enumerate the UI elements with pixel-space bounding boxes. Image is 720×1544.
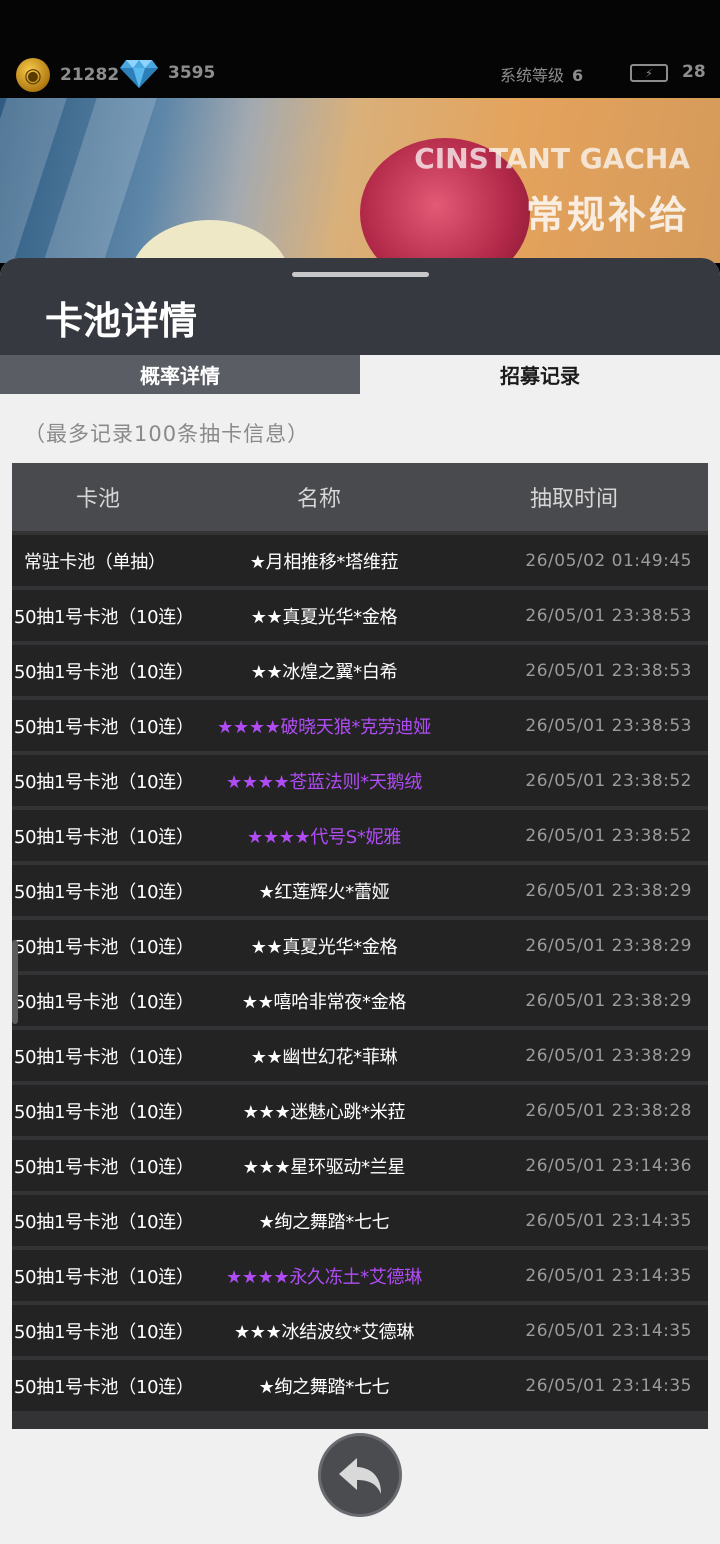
row-name: ★月相推移*塔维菈 [249,551,399,573]
coin-count: 21282 [60,65,120,85]
energy-count: 28 [682,62,706,82]
row-time: 26/05/01 23:38:53 [525,715,692,736]
system-level: 系统等级 6 [500,62,583,86]
banner-stripe [43,98,157,263]
diamond-icon [120,60,158,88]
row-name: ★绚之舞踏*七七 [258,1211,390,1233]
pool-details-sheet: 卡池详情 概率详情 招募记录 （最多记录100条抽卡信息） 卡池 名称 抽取时间… [0,258,720,1544]
sheet-header: 卡池详情 [0,258,720,355]
row-pool: 50抽1号卡池（10连） [14,881,194,903]
row-pool: 50抽1号卡池（10连） [14,661,194,683]
row-pool: 50抽1号卡池（10连） [14,826,194,848]
row-name: ★★幽世幻花*菲琳 [250,1046,398,1068]
table-row: 50抽1号卡池（10连） ★★★★破晓天狼*克劳迪娅 26/05/01 23:3… [12,700,708,751]
tab-recruit-records[interactable]: 招募记录 [360,355,720,394]
table-row: 50抽1号卡池（10连） ★★★迷魅心跳*米菈 26/05/01 23:38:2… [12,1085,708,1136]
row-name: ★★★★代号S*妮雅 [247,826,401,848]
status-bar: ◉ 21282 3595 系统等级 6 ⚡ 28 [0,0,720,98]
row-time: 26/05/01 23:38:53 [525,660,692,681]
row-time: 26/05/02 01:49:45 [525,550,692,571]
row-pool: 50抽1号卡池（10连） [14,1156,194,1178]
row-name: ★★冰煌之翼*白希 [250,661,398,683]
row-name: ★★真夏光华*金格 [250,606,398,628]
system-level-label: 系统等级 [500,66,565,85]
table-row: 50抽1号卡池（10连） ★★★★代号S*妮雅 26/05/01 23:38:5… [12,810,708,861]
system-level-value: 6 [572,66,584,85]
row-time: 26/05/01 23:14:35 [525,1375,692,1396]
row-time: 26/05/01 23:38:29 [525,935,692,956]
row-pool: 50抽1号卡池（10连） [14,771,194,793]
sheet-title: 卡池详情 [45,299,198,343]
gem-balance[interactable]: 3595 [120,58,215,88]
banner-title-en: CINSTANT GACHA [414,142,690,175]
row-time: 26/05/01 23:38:29 [525,880,692,901]
table-row: 50抽1号卡池（10连） ★★★冰结波纹*艾德琳 26/05/01 23:14:… [12,1305,708,1356]
row-time: 26/05/01 23:38:28 [525,1100,692,1121]
table-row: 50抽1号卡池（10连） ★★★★永久冻土*艾德琳 26/05/01 23:14… [12,1250,708,1301]
table-row: 50抽1号卡池（10连） ★★嘻哈非常夜*金格 26/05/01 23:38:2… [12,975,708,1026]
row-time: 26/05/01 23:38:52 [525,770,692,791]
table-header: 卡池 名称 抽取时间 [12,463,708,531]
table-row: 常驻卡池（单抽） ★月相推移*塔维菈 26/05/02 01:49:45 [12,535,708,586]
gem-count: 3595 [168,63,216,83]
table-row: 50抽1号卡池（10连） ★★真夏光华*金格 26/05/01 23:38:29 [12,920,708,971]
row-time: 26/05/01 23:38:29 [525,990,692,1011]
row-name: ★★★★永久冻土*艾德琳 [226,1266,422,1288]
character-art-left [130,220,290,263]
table-row: 50抽1号卡池（10连） ★★★星环驱动*兰星 26/05/01 23:14:3… [12,1140,708,1191]
row-time: 26/05/01 23:38:53 [525,605,692,626]
row-pool: 常驻卡池（单抽） [24,551,166,573]
table-row: 50抽1号卡池（10连） ★★冰煌之翼*白希 26/05/01 23:38:53 [12,645,708,696]
row-pool: 50抽1号卡池（10连） [14,1376,194,1398]
banner-title-cn: 常规补给 [525,193,690,237]
row-name: ★★真夏光华*金格 [250,936,398,958]
row-name: ★红莲辉火*蕾娅 [258,881,390,903]
row-time: 26/05/01 23:14:36 [525,1155,692,1176]
back-arrow-icon [339,1458,381,1494]
back-button[interactable] [318,1433,402,1517]
tab-probability[interactable]: 概率详情 [0,355,360,394]
row-pool: 50抽1号卡池（10连） [14,1266,194,1288]
table-row: 50抽1号卡池（10连） ★★幽世幻花*菲琳 26/05/01 23:38:29 [12,1030,708,1081]
row-time: 26/05/01 23:38:29 [525,1045,692,1066]
records-table: 卡池 名称 抽取时间 常驻卡池（单抽） ★月相推移*塔维菈 26/05/02 0… [12,463,708,1429]
row-time: 26/05/01 23:14:35 [525,1320,692,1341]
row-name: ★★★星环驱动*兰星 [242,1156,406,1178]
tab-bar: 概率详情 招募记录 [0,355,720,394]
row-pool: 50抽1号卡池（10连） [14,1101,194,1123]
coin-icon: ◉ [16,58,50,92]
table-row: 50抽1号卡池（10连） ★绚之舞踏*七七 26/05/01 23:14:35 [12,1195,708,1246]
header-name: 名称 [296,487,341,512]
table-row: 50抽1号卡池（10连） ★红莲辉火*蕾娅 26/05/01 23:38:29 [12,865,708,916]
row-pool: 50抽1号卡池（10连） [14,1321,194,1343]
header-time: 抽取时间 [529,487,618,512]
row-name: ★★★★苍蓝法则*天鹅绒 [226,771,422,793]
records-note: （最多记录100条抽卡信息） [24,422,310,446]
row-time: 26/05/01 23:38:52 [525,825,692,846]
table-row: 50抽1号卡池（10连） ★绚之舞踏*七七 26/05/01 23:14:35 [12,1360,708,1411]
row-name: ★★★★破晓天狼*克劳迪娅 [217,716,431,738]
row-time: 26/05/01 23:14:35 [525,1210,692,1231]
scrollbar[interactable] [12,940,18,1024]
coin-balance[interactable]: ◉ 21282 [16,58,119,92]
table-row: 50抽1号卡池（10连） ★★真夏光华*金格 26/05/01 23:38:53 [12,590,708,641]
row-name: ★★★冰结波纹*艾德琳 [233,1321,415,1343]
row-name: ★绚之舞踏*七七 [258,1376,390,1398]
header-pool: 卡池 [75,487,120,512]
row-pool: 50抽1号卡池（10连） [14,606,194,628]
row-time: 26/05/01 23:14:35 [525,1265,692,1286]
row-pool: 50抽1号卡池（10连） [14,991,194,1013]
battery-icon[interactable]: ⚡ [630,64,668,82]
row-pool: 50抽1号卡池（10连） [14,716,194,738]
row-pool: 50抽1号卡池（10连） [14,936,194,958]
drag-handle[interactable] [292,272,429,277]
row-name: ★★★迷魅心跳*米菈 [242,1101,406,1123]
row-pool: 50抽1号卡池（10连） [14,1211,194,1233]
row-name: ★★嘻哈非常夜*金格 [241,991,407,1013]
row-pool: 50抽1号卡池（10连） [14,1046,194,1068]
table-row: 50抽1号卡池（10连） ★★★★苍蓝法则*天鹅绒 26/05/01 23:38… [12,755,708,806]
